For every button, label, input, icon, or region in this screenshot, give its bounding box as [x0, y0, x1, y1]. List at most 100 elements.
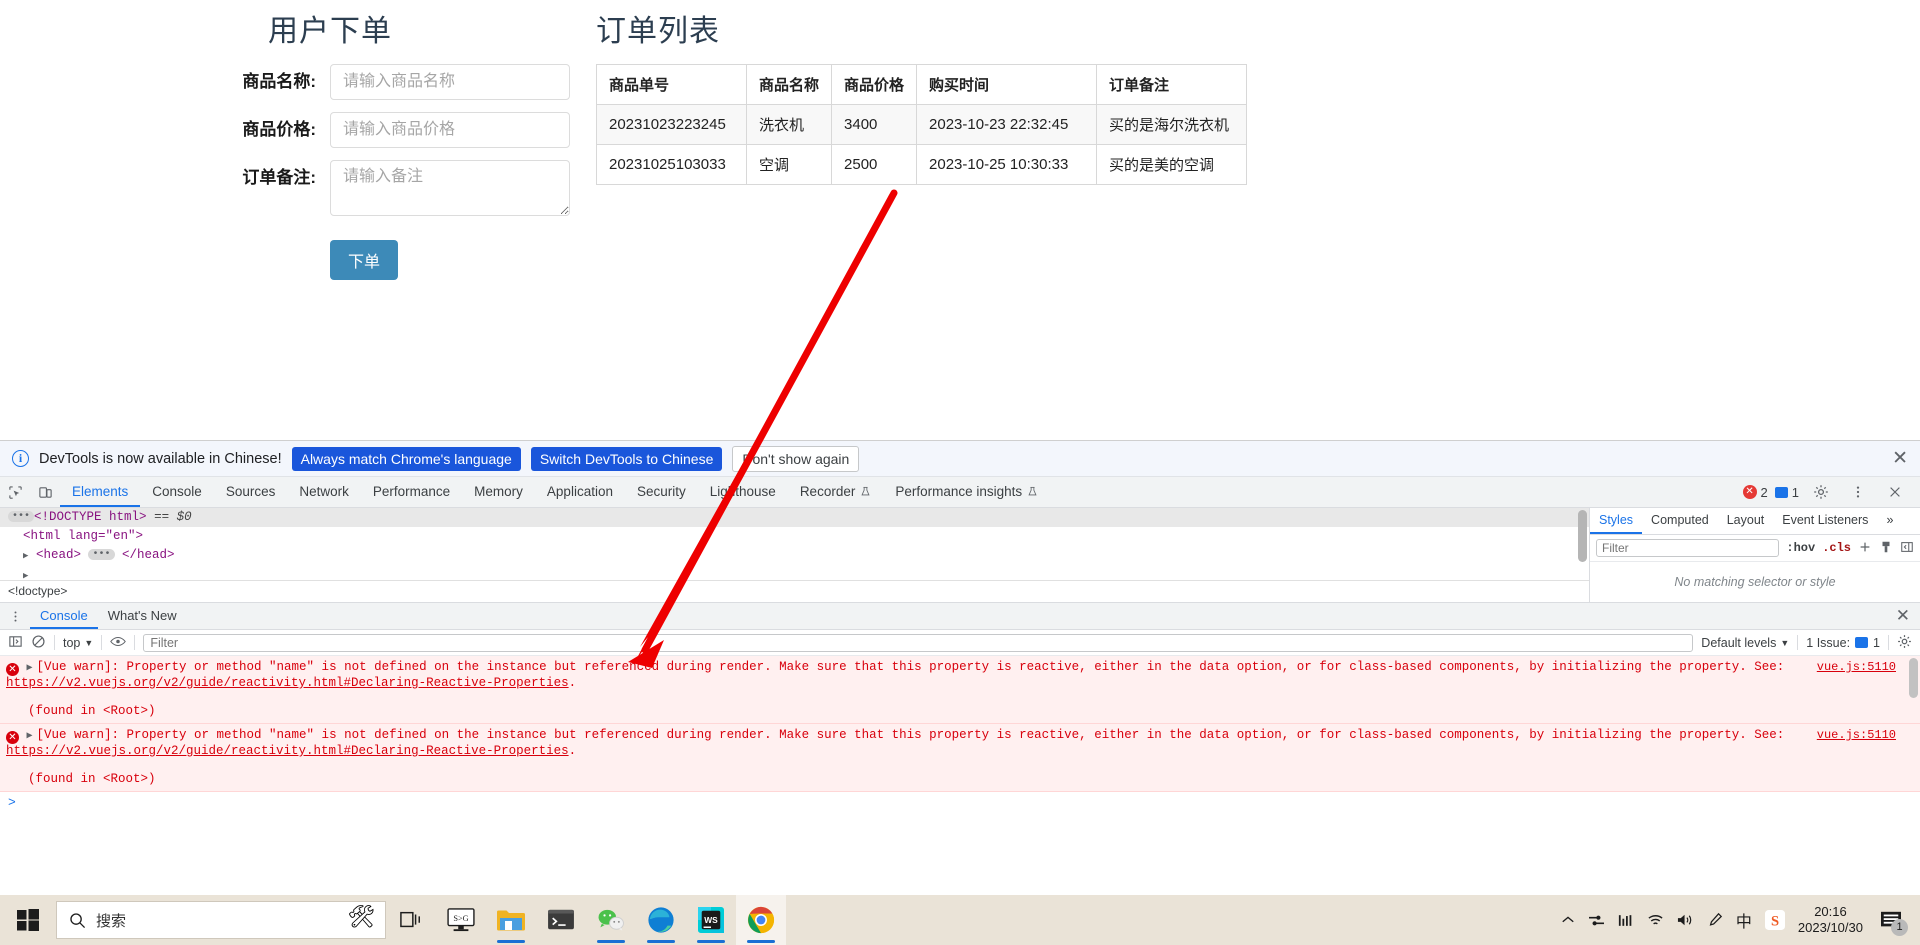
tab-sources[interactable]: Sources: [214, 477, 288, 507]
terminal-icon[interactable]: [536, 895, 586, 945]
issues-badge[interactable]: 1 Issue: 1: [1806, 636, 1880, 650]
clock-time: 20:16: [1814, 904, 1847, 919]
tab-performance[interactable]: Performance: [361, 477, 462, 507]
product-price-input[interactable]: [330, 112, 570, 148]
computed-styles-sidebar-icon[interactable]: [1879, 540, 1893, 557]
file-explorer-icon[interactable]: [486, 895, 536, 945]
dom-tree[interactable]: ••• <!DOCTYPE html> == $0 <html lang="en"…: [0, 508, 1590, 602]
divider: [1797, 635, 1799, 650]
styles-filter-input[interactable]: [1596, 539, 1780, 557]
clock[interactable]: 20:16 2023/10/30: [1798, 904, 1863, 936]
device-toolbar-icon[interactable]: [30, 477, 60, 507]
error-count-badge[interactable]: ✕ 2: [1742, 485, 1768, 500]
hov-toggle[interactable]: :hov: [1786, 541, 1815, 555]
close-drawer-icon[interactable]: ✕: [1896, 603, 1920, 629]
always-match-language-button[interactable]: Always match Chrome's language: [291, 446, 521, 471]
dom-line-doctype[interactable]: ••• <!DOCTYPE html> == $0: [0, 508, 1589, 527]
product-name-input[interactable]: [330, 64, 570, 100]
label-product-name: 商品名称:: [242, 72, 316, 91]
switch-devtools-to-chinese-button[interactable]: Switch DevTools to Chinese: [530, 446, 723, 471]
console-scrollbar[interactable]: [1909, 658, 1918, 698]
ellipsis-icon[interactable]: •••: [88, 549, 115, 560]
dom-tree-scrollbar[interactable]: [1578, 510, 1587, 562]
tab-styles[interactable]: Styles: [1590, 508, 1643, 534]
notification-center-icon[interactable]: 1: [1876, 905, 1908, 936]
dont-show-again-button[interactable]: Don't show again: [732, 445, 860, 472]
webstorm-icon[interactable]: WS: [686, 895, 736, 945]
breadcrumb-item[interactable]: <!doctype>: [8, 582, 67, 601]
live-expression-eye-icon[interactable]: [110, 635, 127, 651]
order-remark-textarea[interactable]: [330, 160, 570, 216]
tab-elements[interactable]: Elements: [60, 477, 141, 507]
inspect-element-icon[interactable]: [0, 477, 30, 507]
console-messages[interactable]: ✕ ▶ [Vue warn]: Property or method "name"…: [0, 656, 1920, 895]
tab-lighthouse[interactable]: Lighthouse: [698, 477, 788, 507]
drawer-tab-whats-new[interactable]: What's New: [98, 603, 187, 629]
task-view-icon[interactable]: [386, 895, 436, 945]
execution-context-selector[interactable]: top ▼: [63, 636, 93, 650]
search-input[interactable]: 搜索 🛠: [56, 901, 386, 939]
wifi-icon[interactable]: [1647, 913, 1664, 927]
tab-security[interactable]: Security: [625, 477, 698, 507]
windows-logo-icon[interactable]: [4, 895, 52, 945]
tab-event-listeners[interactable]: Event Listeners: [1773, 508, 1877, 534]
issues-count: 1: [1873, 635, 1880, 650]
console-message-error[interactable]: ✕ ▶ [Vue warn]: Property or method "name"…: [0, 724, 1920, 792]
console-filter-input[interactable]: [143, 633, 1694, 652]
tab-console[interactable]: Console: [140, 477, 214, 507]
pen-icon[interactable]: [1707, 912, 1723, 928]
dom-line-head[interactable]: ▶ <head> ••• </head>: [0, 546, 1589, 566]
google-chrome-icon[interactable]: [736, 895, 786, 945]
log-levels-selector[interactable]: Default levels ▼: [1701, 636, 1789, 650]
tab-memory[interactable]: Memory: [462, 477, 535, 507]
styles-overflow-icon[interactable]: »: [1877, 508, 1902, 534]
tab-computed[interactable]: Computed: [1642, 508, 1718, 534]
console-input-prompt[interactable]: >: [0, 792, 1920, 813]
ellipsis-icon[interactable]: •••: [8, 511, 35, 522]
divider: [54, 635, 55, 650]
column-header-purchase-time: 购买时间: [916, 64, 1098, 105]
tab-label: Application: [546, 483, 613, 499]
network-adjust-icon[interactable]: [1588, 913, 1605, 928]
microsoft-edge-icon[interactable]: [636, 895, 686, 945]
new-style-rule-icon[interactable]: [1858, 540, 1872, 557]
tab-application[interactable]: Application: [535, 477, 625, 507]
message-source-link[interactable]: vue.js:5110: [1817, 728, 1896, 743]
console-message-error[interactable]: ✕ ▶ [Vue warn]: Property or method "name"…: [0, 656, 1920, 724]
console-settings-gear-icon[interactable]: [1897, 634, 1912, 652]
gear-icon[interactable]: [1806, 484, 1836, 500]
submit-order-button[interactable]: 下单: [330, 240, 399, 280]
more-options-icon[interactable]: [1843, 485, 1873, 499]
show-hidden-icons-icon[interactable]: [1561, 915, 1575, 925]
wechat-icon[interactable]: [586, 895, 636, 945]
volume-icon[interactable]: [1677, 913, 1694, 927]
message-link[interactable]: https://v2.vuejs.org/v2/guide/reactivity…: [6, 676, 569, 690]
close-icon[interactable]: ✕: [1892, 449, 1908, 468]
dom-line-html[interactable]: <html lang="en">: [0, 527, 1589, 546]
console-sidebar-icon[interactable]: [8, 634, 23, 652]
chevron-right-icon[interactable]: ▶: [23, 551, 28, 561]
info-icon: i: [12, 450, 29, 467]
toggle-sidebar-icon[interactable]: [1900, 540, 1914, 557]
tab-recorder[interactable]: Recorder: [788, 477, 884, 507]
drawer-more-options-icon[interactable]: [0, 603, 30, 629]
search-icon: [70, 912, 86, 928]
tab-layout[interactable]: Layout: [1718, 508, 1774, 534]
sogou-input-icon[interactable]: S: [1764, 910, 1785, 930]
cls-toggle[interactable]: .cls: [1822, 541, 1851, 555]
chevron-right-icon[interactable]: ▶: [27, 729, 37, 744]
message-count-badge[interactable]: 1: [1774, 485, 1799, 500]
tab-network[interactable]: Network: [287, 477, 361, 507]
experiment-flask-icon: [861, 486, 870, 495]
message-link[interactable]: https://v2.vuejs.org/v2/guide/reactivity…: [6, 744, 569, 758]
equalizer-icon[interactable]: [1618, 913, 1634, 928]
breadcrumb[interactable]: <!doctype>: [0, 580, 1589, 602]
chevron-right-icon[interactable]: ▶: [27, 661, 37, 676]
tab-performance-insights[interactable]: Performance insights: [883, 477, 1050, 507]
message-source-link[interactable]: vue.js:5110: [1817, 660, 1896, 675]
ime-chinese-icon[interactable]: 中: [1736, 908, 1752, 932]
snipaste-icon[interactable]: S>G: [436, 895, 486, 945]
clear-console-icon[interactable]: [31, 634, 46, 652]
drawer-tab-console[interactable]: Console: [30, 603, 98, 629]
close-devtools-icon[interactable]: [1880, 485, 1910, 499]
